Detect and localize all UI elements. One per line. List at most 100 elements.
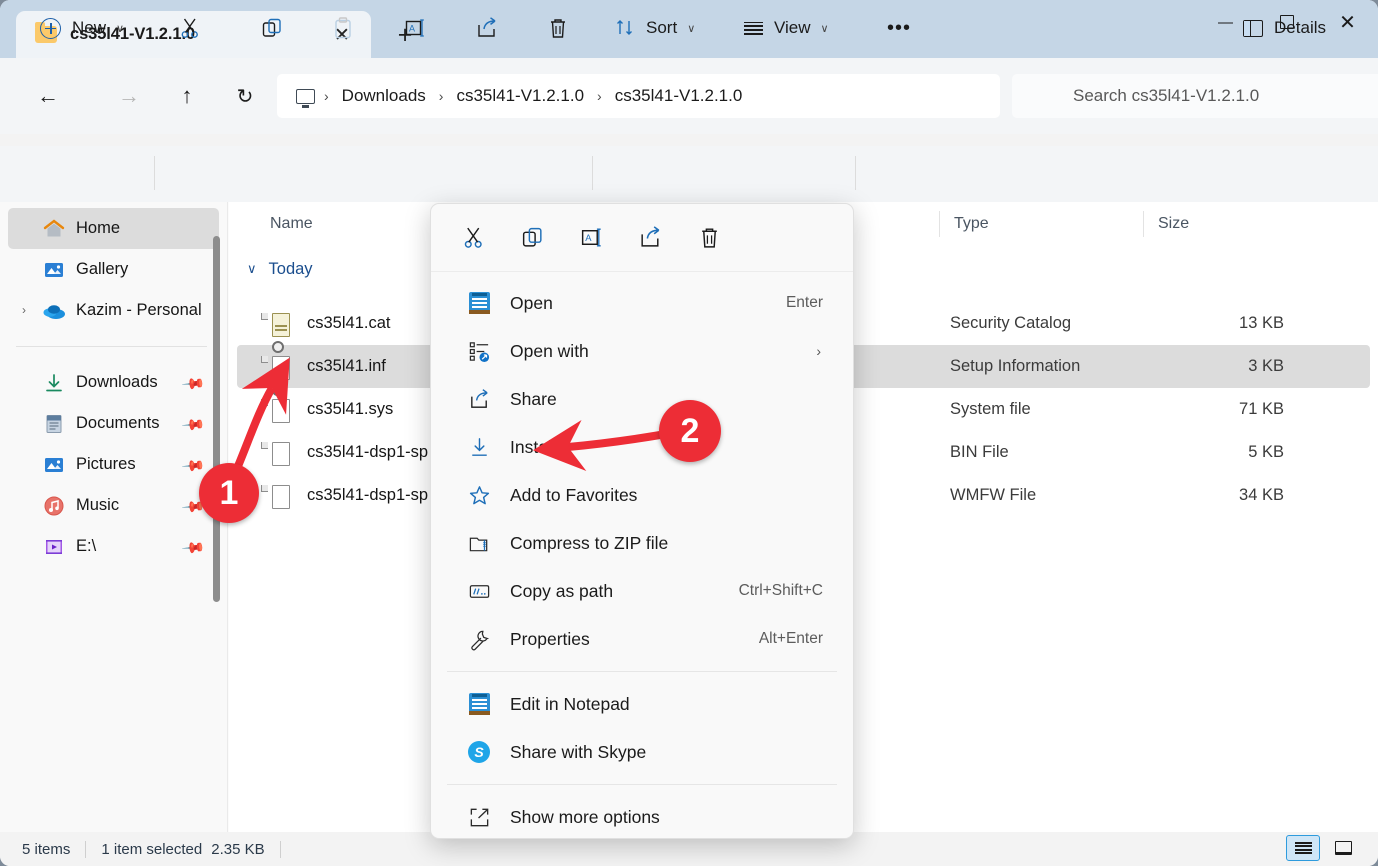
sidebar-label-home: Home [76,219,121,237]
address-breadcrumb-bar[interactable]: › Downloads › cs35l41-V1.2.1.0 › cs35l41… [277,74,1000,118]
context-menu-divider [447,784,837,785]
navigation-pane: Home Gallery › Kazim - Personal Download… [0,202,228,832]
copy-button[interactable] [252,8,292,48]
inf-file-icon [261,340,294,380]
open-with-icon [466,340,492,363]
sidebar-item-onedrive[interactable]: › Kazim - Personal [8,290,219,331]
back-button[interactable]: ← [27,75,69,117]
chevron-down-icon: ∨ [820,22,829,35]
breadcrumb-folder-1[interactable]: cs35l41-V1.2.1.0 [448,86,592,106]
sidebar-label-onedrive: Kazim - Personal [76,301,202,319]
file-size: 13 KB [1239,314,1284,332]
generic-file-icon [261,441,294,466]
refresh-button[interactable]: ↻ [224,75,266,117]
breadcrumb-downloads[interactable]: Downloads [334,86,434,106]
sidebar-item-pictures[interactable]: Pictures 📌 [8,444,219,485]
up-arrow-icon: ↑ [181,83,193,108]
context-item-add-to-favorites[interactable]: Add to Favorites [439,471,845,519]
context-menu-icon-bar: A [431,204,853,272]
new-button[interactable]: New ∨ [27,8,137,48]
context-label-compress-zip: Compress to ZIP file [510,532,669,553]
context-item-install[interactable]: Install [439,423,845,471]
sidebar-item-drive-e[interactable]: E:\ 📌 [8,526,219,567]
sidebar-item-downloads[interactable]: Downloads 📌 [8,362,219,403]
pin-icon[interactable]: 📌 [181,535,207,561]
drive-icon [42,535,66,559]
chevron-right-icon[interactable]: › [22,303,26,317]
context-item-share-with-skype[interactable]: S Share with Skype [439,728,845,776]
sort-button[interactable]: Sort ∨ [604,8,706,48]
details-view-button[interactable] [1286,835,1320,861]
file-size: 3 KB [1248,357,1284,375]
chevron-down-icon[interactable]: ∨ [247,261,257,277]
group-header-today[interactable]: ∨ Today [229,250,313,288]
delete-button[interactable] [538,8,578,48]
rename-icon: A [581,228,601,247]
plus-icon [40,17,61,39]
context-delete-button[interactable] [685,216,733,260]
context-accel-open: Enter [785,294,823,311]
pin-icon[interactable]: 📌 [181,371,207,397]
details-pane-icon [1243,19,1264,37]
chevron-down-icon: ∨ [116,22,125,35]
context-item-copy-as-path[interactable]: Copy as path Ctrl+Shift+C [439,567,845,615]
breadcrumb-separator: › [597,88,602,104]
context-cut-button[interactable] [449,216,497,260]
breadcrumb-folder-2[interactable]: cs35l41-V1.2.1.0 [607,86,751,106]
sidebar-label-music: Music [76,496,120,514]
onedrive-icon [42,299,66,323]
cut-icon [181,18,198,38]
copy-icon [262,18,281,37]
context-item-open[interactable]: Open Enter [439,279,845,327]
sidebar-item-gallery[interactable]: Gallery [8,249,219,290]
sort-icon [617,20,632,35]
sidebar-label-documents: Documents [76,414,160,432]
context-item-open-with[interactable]: Open with › [439,327,845,375]
context-label-open-with: Open with [510,340,589,361]
sidebar-item-music[interactable]: Music 📌 [8,485,219,526]
column-header-size[interactable]: Size [1143,211,1293,237]
details-view-icon [1294,842,1312,854]
sidebar-item-home[interactable]: Home [8,208,219,249]
notepad-icon [466,292,492,314]
gallery-icon [42,258,66,282]
context-item-edit-in-notepad[interactable]: Edit in Notepad [439,680,845,728]
pin-icon[interactable]: 📌 [181,412,207,438]
sidebar-label-downloads: Downloads [76,373,158,391]
context-item-share[interactable]: Share [439,375,845,423]
refresh-icon: ↻ [236,85,254,108]
cut-button[interactable] [170,8,210,48]
toolbar-divider [855,156,856,190]
forward-button[interactable]: → [108,75,150,117]
context-item-properties[interactable]: Properties Alt+Enter [439,615,845,663]
this-pc-icon[interactable] [296,88,315,108]
context-item-show-more-options[interactable]: Show more options [439,793,845,838]
forward-arrow-icon: → [118,83,140,108]
file-type: Setup Information [950,357,1081,375]
sidebar-item-documents[interactable]: Documents 📌 [8,403,219,444]
cut-icon [464,227,482,248]
skype-icon: S [466,741,492,763]
context-share-button[interactable] [626,216,674,260]
rename-button[interactable]: A [395,8,435,48]
context-item-compress-zip[interactable]: Compress to ZIP file [439,519,845,567]
file-type: BIN File [950,443,1009,461]
context-copy-button[interactable] [508,216,556,260]
share-icon [640,226,659,247]
context-label-share-with-skype: Share with Skype [510,741,647,762]
view-button[interactable]: View ∨ [733,8,840,48]
column-header-type[interactable]: Type [939,211,1143,237]
view-icon [744,21,763,35]
more-options-button[interactable]: ••• [875,8,923,48]
home-icon [42,217,66,241]
sidebar-scrollbar-thumb[interactable] [213,236,220,602]
file-explorer-window: cs35l41-V1.2.1.0 ✕ + — ✕ ← → ↑ ↻ › Downl [0,0,1378,866]
up-button[interactable]: ↑ [166,75,208,117]
context-label-add-to-favorites: Add to Favorites [510,484,638,505]
context-rename-button[interactable]: A [567,216,615,260]
details-pane-button[interactable]: Details [1233,8,1336,48]
share-button[interactable] [467,8,507,48]
pin-icon[interactable]: 📌 [181,453,207,479]
large-icons-view-button[interactable] [1326,835,1360,861]
search-box[interactable]: Search cs35l41-V1.2.1.0 [1012,74,1378,118]
